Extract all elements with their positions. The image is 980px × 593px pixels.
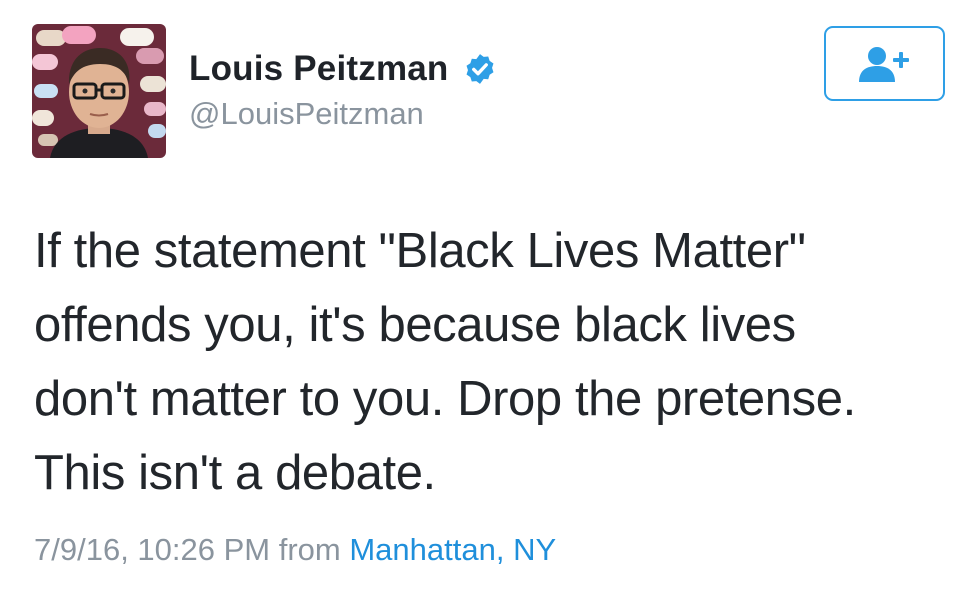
avatar[interactable] <box>32 24 166 158</box>
display-name[interactable]: Louis Peitzman <box>189 49 449 89</box>
tweet-meta: 7/9/16, 10:26 PM from Manhattan, NY <box>34 532 556 568</box>
from-label: from <box>278 532 341 567</box>
add-user-icon <box>858 46 909 82</box>
avatar-photo <box>32 24 166 158</box>
user-handle[interactable]: @LouisPeitzman <box>189 96 497 132</box>
location-link[interactable]: Manhattan, NY <box>349 532 556 567</box>
tweet-card: Louis Peitzman @LouisPeitzman If the sta… <box>0 0 980 593</box>
timestamp[interactable]: 7/9/16, 10:26 PM <box>34 532 270 567</box>
user-info: Louis Peitzman @LouisPeitzman <box>189 44 497 132</box>
tweet-text: If the statement "Black Lives Matter" of… <box>34 224 856 500</box>
follow-button[interactable] <box>824 26 945 101</box>
verified-badge-icon <box>463 52 497 86</box>
name-row: Louis Peitzman <box>189 44 497 94</box>
